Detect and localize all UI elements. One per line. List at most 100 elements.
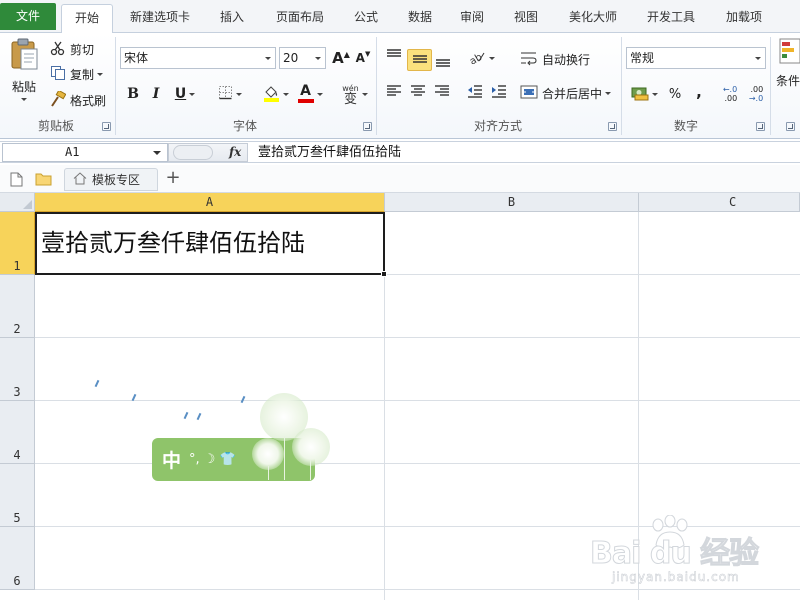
cell-a1[interactable]: 壹拾贰万叁仟肆佰伍拾陆 bbox=[35, 212, 387, 277]
accounting-format-button[interactable] bbox=[628, 83, 660, 105]
tab-view[interactable]: 视图 bbox=[502, 4, 550, 33]
phonetic-char-icon: 变 bbox=[343, 92, 357, 107]
conditional-formatting-button[interactable]: 条件 bbox=[776, 37, 800, 97]
outdent-icon bbox=[467, 84, 483, 101]
borders-icon bbox=[218, 85, 233, 103]
underline-button[interactable]: U bbox=[168, 83, 202, 105]
wrap-text-icon bbox=[520, 50, 538, 69]
format-painter-button[interactable]: 格式刷 bbox=[50, 89, 106, 110]
folder-icon[interactable] bbox=[35, 172, 52, 189]
styles-dialog-launcher-icon[interactable] bbox=[786, 122, 795, 131]
ime-symbols[interactable]: °, ☽ 👕 bbox=[189, 452, 236, 467]
alignment-dialog-launcher-icon[interactable] bbox=[608, 122, 617, 131]
chevron-down-icon bbox=[21, 98, 27, 101]
row-header-2[interactable]: 2 bbox=[0, 275, 35, 338]
chevron-down-icon bbox=[189, 92, 196, 96]
row-header-6[interactable]: 6 bbox=[0, 527, 35, 590]
paste-button[interactable]: 粘贴 bbox=[6, 37, 42, 111]
font-size-value: 20 bbox=[283, 51, 299, 65]
font-color-button[interactable]: A bbox=[294, 83, 326, 105]
ime-mode-toggle[interactable]: 中 bbox=[162, 446, 181, 473]
tab-home[interactable]: 开始 bbox=[61, 4, 113, 34]
increase-decimal-button[interactable]: ←.0 .00 bbox=[718, 81, 742, 107]
font-group-label: 字体 bbox=[232, 119, 257, 133]
name-box-value: A1 bbox=[65, 145, 80, 159]
tab-developer[interactable]: 开发工具 bbox=[636, 4, 706, 33]
number-dialog-launcher-icon[interactable] bbox=[756, 122, 765, 131]
percent-button[interactable]: % bbox=[664, 83, 686, 105]
increase-decimal-icon: ←.0 bbox=[722, 85, 738, 94]
formula-input[interactable]: 壹拾贰万叁仟肆佰伍拾陆 bbox=[258, 144, 401, 161]
increase-indent-button[interactable] bbox=[488, 81, 510, 103]
chevron-down-icon bbox=[316, 92, 323, 96]
chevron-down-icon bbox=[311, 48, 325, 68]
font-name-select[interactable]: 宋体 bbox=[120, 47, 276, 69]
row-header-5[interactable]: 5 bbox=[0, 464, 35, 527]
align-left-button[interactable] bbox=[383, 81, 405, 103]
cut-button[interactable]: 剪切 bbox=[50, 39, 94, 59]
column-header-b[interactable]: B bbox=[385, 193, 639, 212]
row-header-1[interactable]: 1 bbox=[0, 212, 35, 275]
comma-style-button[interactable]: , bbox=[688, 81, 710, 103]
fill-color-button[interactable] bbox=[260, 83, 292, 105]
tab-file[interactable]: 文件 bbox=[0, 3, 56, 30]
dandelion-stem bbox=[284, 436, 285, 480]
underline-icon: U bbox=[174, 86, 187, 102]
fill-handle[interactable] bbox=[381, 271, 387, 277]
tab-insert[interactable]: 插入 bbox=[208, 4, 256, 33]
alignment-group-label: 对齐方式 bbox=[473, 119, 522, 133]
tab-beautify[interactable]: 美化大师 bbox=[558, 4, 628, 33]
tab-template-zone[interactable]: 模板专区 bbox=[64, 168, 158, 191]
font-size-select[interactable]: 20 bbox=[279, 47, 326, 69]
tab-page-layout[interactable]: 页面布局 bbox=[264, 4, 336, 33]
select-all-button[interactable] bbox=[0, 193, 35, 212]
document-tab-strip: 模板专区 + bbox=[0, 165, 800, 193]
align-right-button[interactable] bbox=[431, 81, 453, 103]
column-header-a[interactable]: A bbox=[35, 193, 385, 212]
indent-icon bbox=[491, 84, 507, 101]
wrap-text-button[interactable]: 自动换行 bbox=[520, 49, 590, 69]
insert-function-button[interactable]: fx bbox=[229, 144, 241, 161]
number-format-select[interactable]: 常规 bbox=[626, 47, 766, 69]
formula-buttons-pill[interactable] bbox=[173, 145, 213, 160]
orientation-button[interactable]: ab bbox=[466, 47, 496, 69]
italic-button[interactable]: I bbox=[145, 83, 167, 105]
tab-addins[interactable]: 加载项 bbox=[716, 4, 772, 33]
tab-data[interactable]: 数据 bbox=[396, 4, 444, 33]
align-middle-button[interactable] bbox=[407, 49, 432, 71]
copy-button[interactable]: 复制 bbox=[50, 64, 104, 84]
shrink-font-icon: A bbox=[355, 51, 365, 65]
row-header-3[interactable]: 3 bbox=[0, 338, 35, 401]
dandelion-stem bbox=[268, 466, 269, 480]
formula-controls: fx bbox=[168, 143, 248, 162]
bold-button[interactable]: B bbox=[122, 83, 144, 105]
chevron-down-icon bbox=[153, 151, 161, 155]
shrink-font-button[interactable]: A ▼ bbox=[352, 47, 374, 69]
add-tab-button[interactable]: + bbox=[163, 169, 183, 189]
phonetic-guide-button[interactable]: wén 变 bbox=[338, 79, 372, 109]
font-dialog-launcher-icon[interactable] bbox=[363, 122, 372, 131]
borders-button[interactable] bbox=[214, 83, 246, 105]
gridline bbox=[35, 463, 800, 464]
column-header-c[interactable]: C bbox=[639, 193, 800, 212]
align-center-button[interactable] bbox=[407, 81, 429, 103]
decrease-decimal-button[interactable]: .00 →.0 bbox=[744, 81, 768, 107]
brush-icon bbox=[50, 89, 67, 110]
tab-review[interactable]: 审阅 bbox=[448, 4, 496, 33]
tab-formulas[interactable]: 公式 bbox=[342, 4, 390, 33]
ime-status-bar[interactable]: 中 °, ☽ 👕 bbox=[152, 438, 315, 481]
decrease-decimal-digits: .00 bbox=[750, 85, 764, 94]
name-box[interactable]: A1 bbox=[2, 143, 168, 162]
align-bottom-button[interactable] bbox=[432, 51, 454, 73]
chevron-down-icon bbox=[236, 92, 242, 96]
tab-new-tab[interactable]: 新建选项卡 bbox=[118, 4, 202, 33]
grow-font-button[interactable]: A ▲ bbox=[330, 47, 352, 69]
merge-center-button[interactable]: 合并后居中 bbox=[520, 83, 612, 103]
svg-text:ab: ab bbox=[468, 51, 484, 63]
row-header-4[interactable]: 4 bbox=[0, 401, 35, 464]
merge-center-label: 合并后居中 bbox=[542, 86, 603, 101]
align-top-button[interactable] bbox=[383, 45, 405, 67]
decrease-indent-button[interactable] bbox=[464, 81, 486, 103]
clipboard-dialog-launcher-icon[interactable] bbox=[102, 122, 111, 131]
new-document-icon[interactable] bbox=[10, 172, 23, 190]
